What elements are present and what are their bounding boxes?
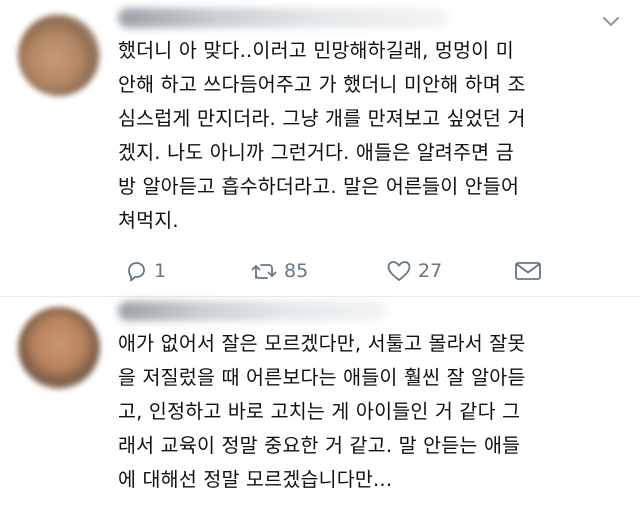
tweet-1[interactable]: 했더니 아 맞다..이러고 민망해하길래, 멍멍이 미 안해 하고 쓰다듬어주고…: [0, 0, 640, 296]
tweet-text-line: 애가 없어서 잘은 모르겠다만, 서툴고 몰라서 잘못: [118, 332, 526, 355]
tweet-text: 했더니 아 맞다..이러고 민망해하길래, 멍멍이 미 안해 하고 쓰다듬어주고…: [118, 34, 628, 238]
tweet-text-line: 겠지. 나도 아니까 그런거다. 애들은 알려주면 금: [118, 141, 514, 164]
reply-icon: [128, 262, 145, 282]
tweet-text-line: 쳐먹지.: [118, 209, 179, 232]
tweet-text-line: 안해 하고 쓰다듬어주고 가 했더니 미안해 하며 조: [118, 73, 526, 96]
envelope-icon: [515, 262, 541, 280]
retweet-count: 85: [284, 260, 309, 282]
heart-icon: [387, 261, 411, 281]
tweet-text-line: 방 알아듣고 흡수하더라고. 말은 어른들이 안들어: [118, 175, 520, 198]
like-count: 27: [418, 260, 443, 282]
chevron-down-icon[interactable]: [602, 16, 620, 28]
avatar[interactable]: [18, 14, 100, 96]
tweet-text-line: 고, 인정하고 바로 고치는 게 아이들인 거 같다 그: [118, 400, 521, 423]
retweet-icon: [251, 264, 277, 279]
tweet-text-line: 했더니 아 맞다..이러고 민망해하길래, 멍멍이 미: [118, 39, 514, 62]
retweet-button[interactable]: 85: [250, 256, 308, 286]
tweet-text-line: 을 저질렀을 때 어른보다는 애들이 훨씬 잘 알아듣: [118, 366, 526, 389]
tweet-2[interactable]: 애가 없어서 잘은 모르겠다만, 서툴고 몰라서 잘못 을 저질렀을 때 어른보…: [0, 297, 640, 512]
blurred-user-header[interactable]: [118, 8, 448, 28]
tweet-actions: 1 85 27: [118, 256, 558, 286]
blurred-user-header[interactable]: [118, 301, 388, 321]
tweet-text-line: 심스럽게 만지더라. 그냥 개를 만져보고 싶었던 거: [118, 107, 526, 130]
tweet-text-line: 래서 교육이 정말 중요한 거 같고. 말 안듣는 애들: [118, 434, 521, 457]
reply-button[interactable]: 1: [124, 256, 166, 286]
tweet-text-line: 에 대해선 정말 모르겠습니다만...: [118, 468, 393, 491]
avatar[interactable]: [18, 307, 100, 389]
like-button[interactable]: 27: [386, 256, 442, 286]
reply-count: 1: [154, 260, 167, 282]
tweet-text: 애가 없어서 잘은 모르겠다만, 서툴고 몰라서 잘못 을 저질렀을 때 어른보…: [118, 327, 628, 497]
direct-message-button[interactable]: [514, 256, 542, 286]
